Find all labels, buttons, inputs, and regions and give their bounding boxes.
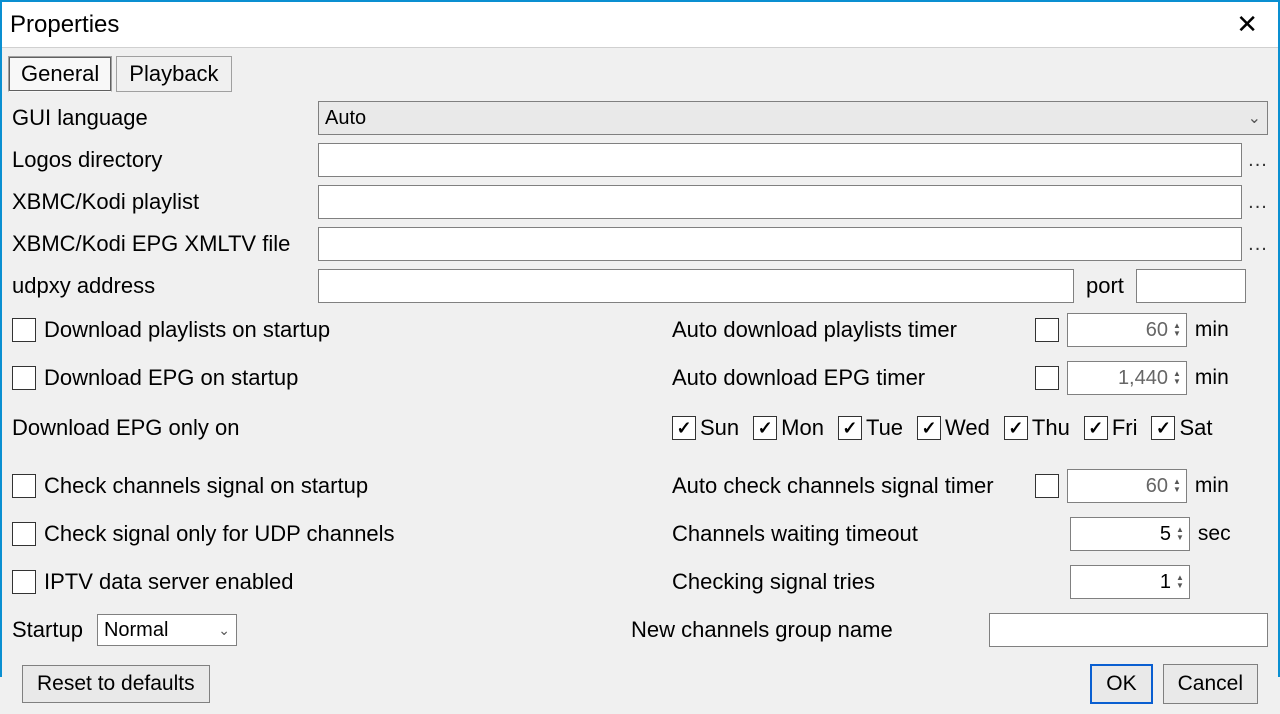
gui-language-label: GUI language	[12, 105, 312, 131]
tab-bar: General Playback	[2, 48, 1278, 92]
udpxy-port-input[interactable]	[1136, 269, 1246, 303]
udpxy-addr-label: udpxy address	[12, 273, 312, 299]
check-udp-only-checkbox[interactable]	[12, 522, 36, 546]
channels-wait-timeout-label: Channels waiting timeout	[672, 521, 1062, 547]
logos-dir-input[interactable]	[318, 143, 1242, 177]
startup-value: Normal	[104, 619, 168, 642]
checking-signal-tries-spinner[interactable]	[1070, 565, 1190, 599]
dl-playlists-startup-label: Download playlists on startup	[44, 317, 330, 343]
chevron-down-icon: ⌄	[218, 622, 230, 639]
day-wed-label: Wed	[945, 415, 990, 441]
dl-epg-only-on-label: Download EPG only on	[12, 415, 239, 441]
auto-dl-playlists-timer-label: Auto download playlists timer	[672, 317, 1027, 343]
close-icon[interactable]: ✕	[1228, 9, 1266, 40]
kodi-epg-label: XBMC/Kodi EPG XMLTV file	[12, 231, 312, 257]
day-wed-checkbox[interactable]	[917, 416, 941, 440]
udpxy-port-label: port	[1086, 273, 1124, 299]
auto-dl-playlists-timer-spinner[interactable]	[1067, 313, 1187, 347]
kodi-playlist-browse-button[interactable]: ...	[1248, 191, 1268, 214]
titlebar: Properties ✕	[2, 2, 1278, 48]
dl-epg-startup-label: Download EPG on startup	[44, 365, 298, 391]
channels-wait-timeout-spinner[interactable]	[1070, 517, 1190, 551]
day-fri-label: Fri	[1112, 415, 1138, 441]
auto-check-signal-timer-label: Auto check channels signal timer	[672, 473, 1027, 499]
dialog-footer: Reset to defaults OK Cancel	[12, 658, 1268, 710]
day-sat-checkbox[interactable]	[1151, 416, 1175, 440]
day-thu-checkbox[interactable]	[1004, 416, 1028, 440]
spinner-arrows-icon[interactable]: ▲▼	[1176, 574, 1184, 590]
kodi-epg-browse-button[interactable]: ...	[1248, 233, 1268, 256]
kodi-playlist-label: XBMC/Kodi playlist	[12, 189, 312, 215]
chevron-down-icon: ⌄	[1248, 108, 1261, 128]
startup-label: Startup	[12, 617, 83, 643]
check-udp-only-label: Check signal only for UDP channels	[44, 521, 395, 547]
new-channels-group-label: New channels group name	[631, 617, 981, 643]
tab-content: GUI language Auto ⌄ Logos directory ... …	[2, 92, 1278, 714]
dl-epg-startup-checkbox[interactable]	[12, 366, 36, 390]
checking-signal-tries-label: Checking signal tries	[672, 569, 1062, 595]
auto-dl-epg-timer-spinner[interactable]	[1067, 361, 1187, 395]
spinner-arrows-icon[interactable]: ▲▼	[1173, 478, 1181, 494]
day-tue-label: Tue	[866, 415, 903, 441]
unit-sec: sec	[1198, 522, 1231, 546]
auto-check-signal-enable-checkbox[interactable]	[1035, 474, 1059, 498]
spinner-arrows-icon[interactable]: ▲▼	[1173, 322, 1181, 338]
auto-dl-epg-timer-label: Auto download EPG timer	[672, 365, 1027, 391]
check-channels-startup-label: Check channels signal on startup	[44, 473, 368, 499]
tab-general[interactable]: General	[8, 56, 112, 92]
udpxy-addr-input[interactable]	[318, 269, 1074, 303]
day-sat-label: Sat	[1179, 415, 1212, 441]
new-channels-group-input[interactable]	[989, 613, 1268, 647]
unit-min: min	[1195, 318, 1229, 342]
day-tue-checkbox[interactable]	[838, 416, 862, 440]
iptv-server-enabled-label: IPTV data server enabled	[44, 569, 293, 595]
auto-dl-playlists-enable-checkbox[interactable]	[1035, 318, 1059, 342]
unit-min: min	[1195, 366, 1229, 390]
reset-defaults-button[interactable]: Reset to defaults	[22, 665, 210, 703]
tab-playback[interactable]: Playback	[116, 56, 231, 92]
ok-button[interactable]: OK	[1090, 664, 1152, 704]
gui-language-value: Auto	[325, 107, 366, 130]
unit-min: min	[1195, 474, 1229, 498]
spinner-arrows-icon[interactable]: ▲▼	[1176, 526, 1184, 542]
day-mon-label: Mon	[781, 415, 824, 441]
iptv-server-enabled-checkbox[interactable]	[12, 570, 36, 594]
kodi-playlist-input[interactable]	[318, 185, 1242, 219]
day-fri-checkbox[interactable]	[1084, 416, 1108, 440]
day-mon-checkbox[interactable]	[753, 416, 777, 440]
gui-language-select[interactable]: Auto ⌄	[318, 101, 1268, 135]
day-sun-checkbox[interactable]	[672, 416, 696, 440]
dl-playlists-startup-checkbox[interactable]	[12, 318, 36, 342]
auto-dl-epg-enable-checkbox[interactable]	[1035, 366, 1059, 390]
day-thu-label: Thu	[1032, 415, 1070, 441]
startup-select[interactable]: Normal ⌄	[97, 614, 237, 646]
auto-check-signal-timer-spinner[interactable]	[1067, 469, 1187, 503]
logos-dir-browse-button[interactable]: ...	[1248, 149, 1268, 172]
cancel-button[interactable]: Cancel	[1163, 664, 1258, 704]
kodi-epg-input[interactable]	[318, 227, 1242, 261]
window-title: Properties	[10, 11, 119, 39]
day-sun-label: Sun	[700, 415, 739, 441]
spinner-arrows-icon[interactable]: ▲▼	[1173, 370, 1181, 386]
logos-dir-label: Logos directory	[12, 147, 312, 173]
check-channels-startup-checkbox[interactable]	[12, 474, 36, 498]
